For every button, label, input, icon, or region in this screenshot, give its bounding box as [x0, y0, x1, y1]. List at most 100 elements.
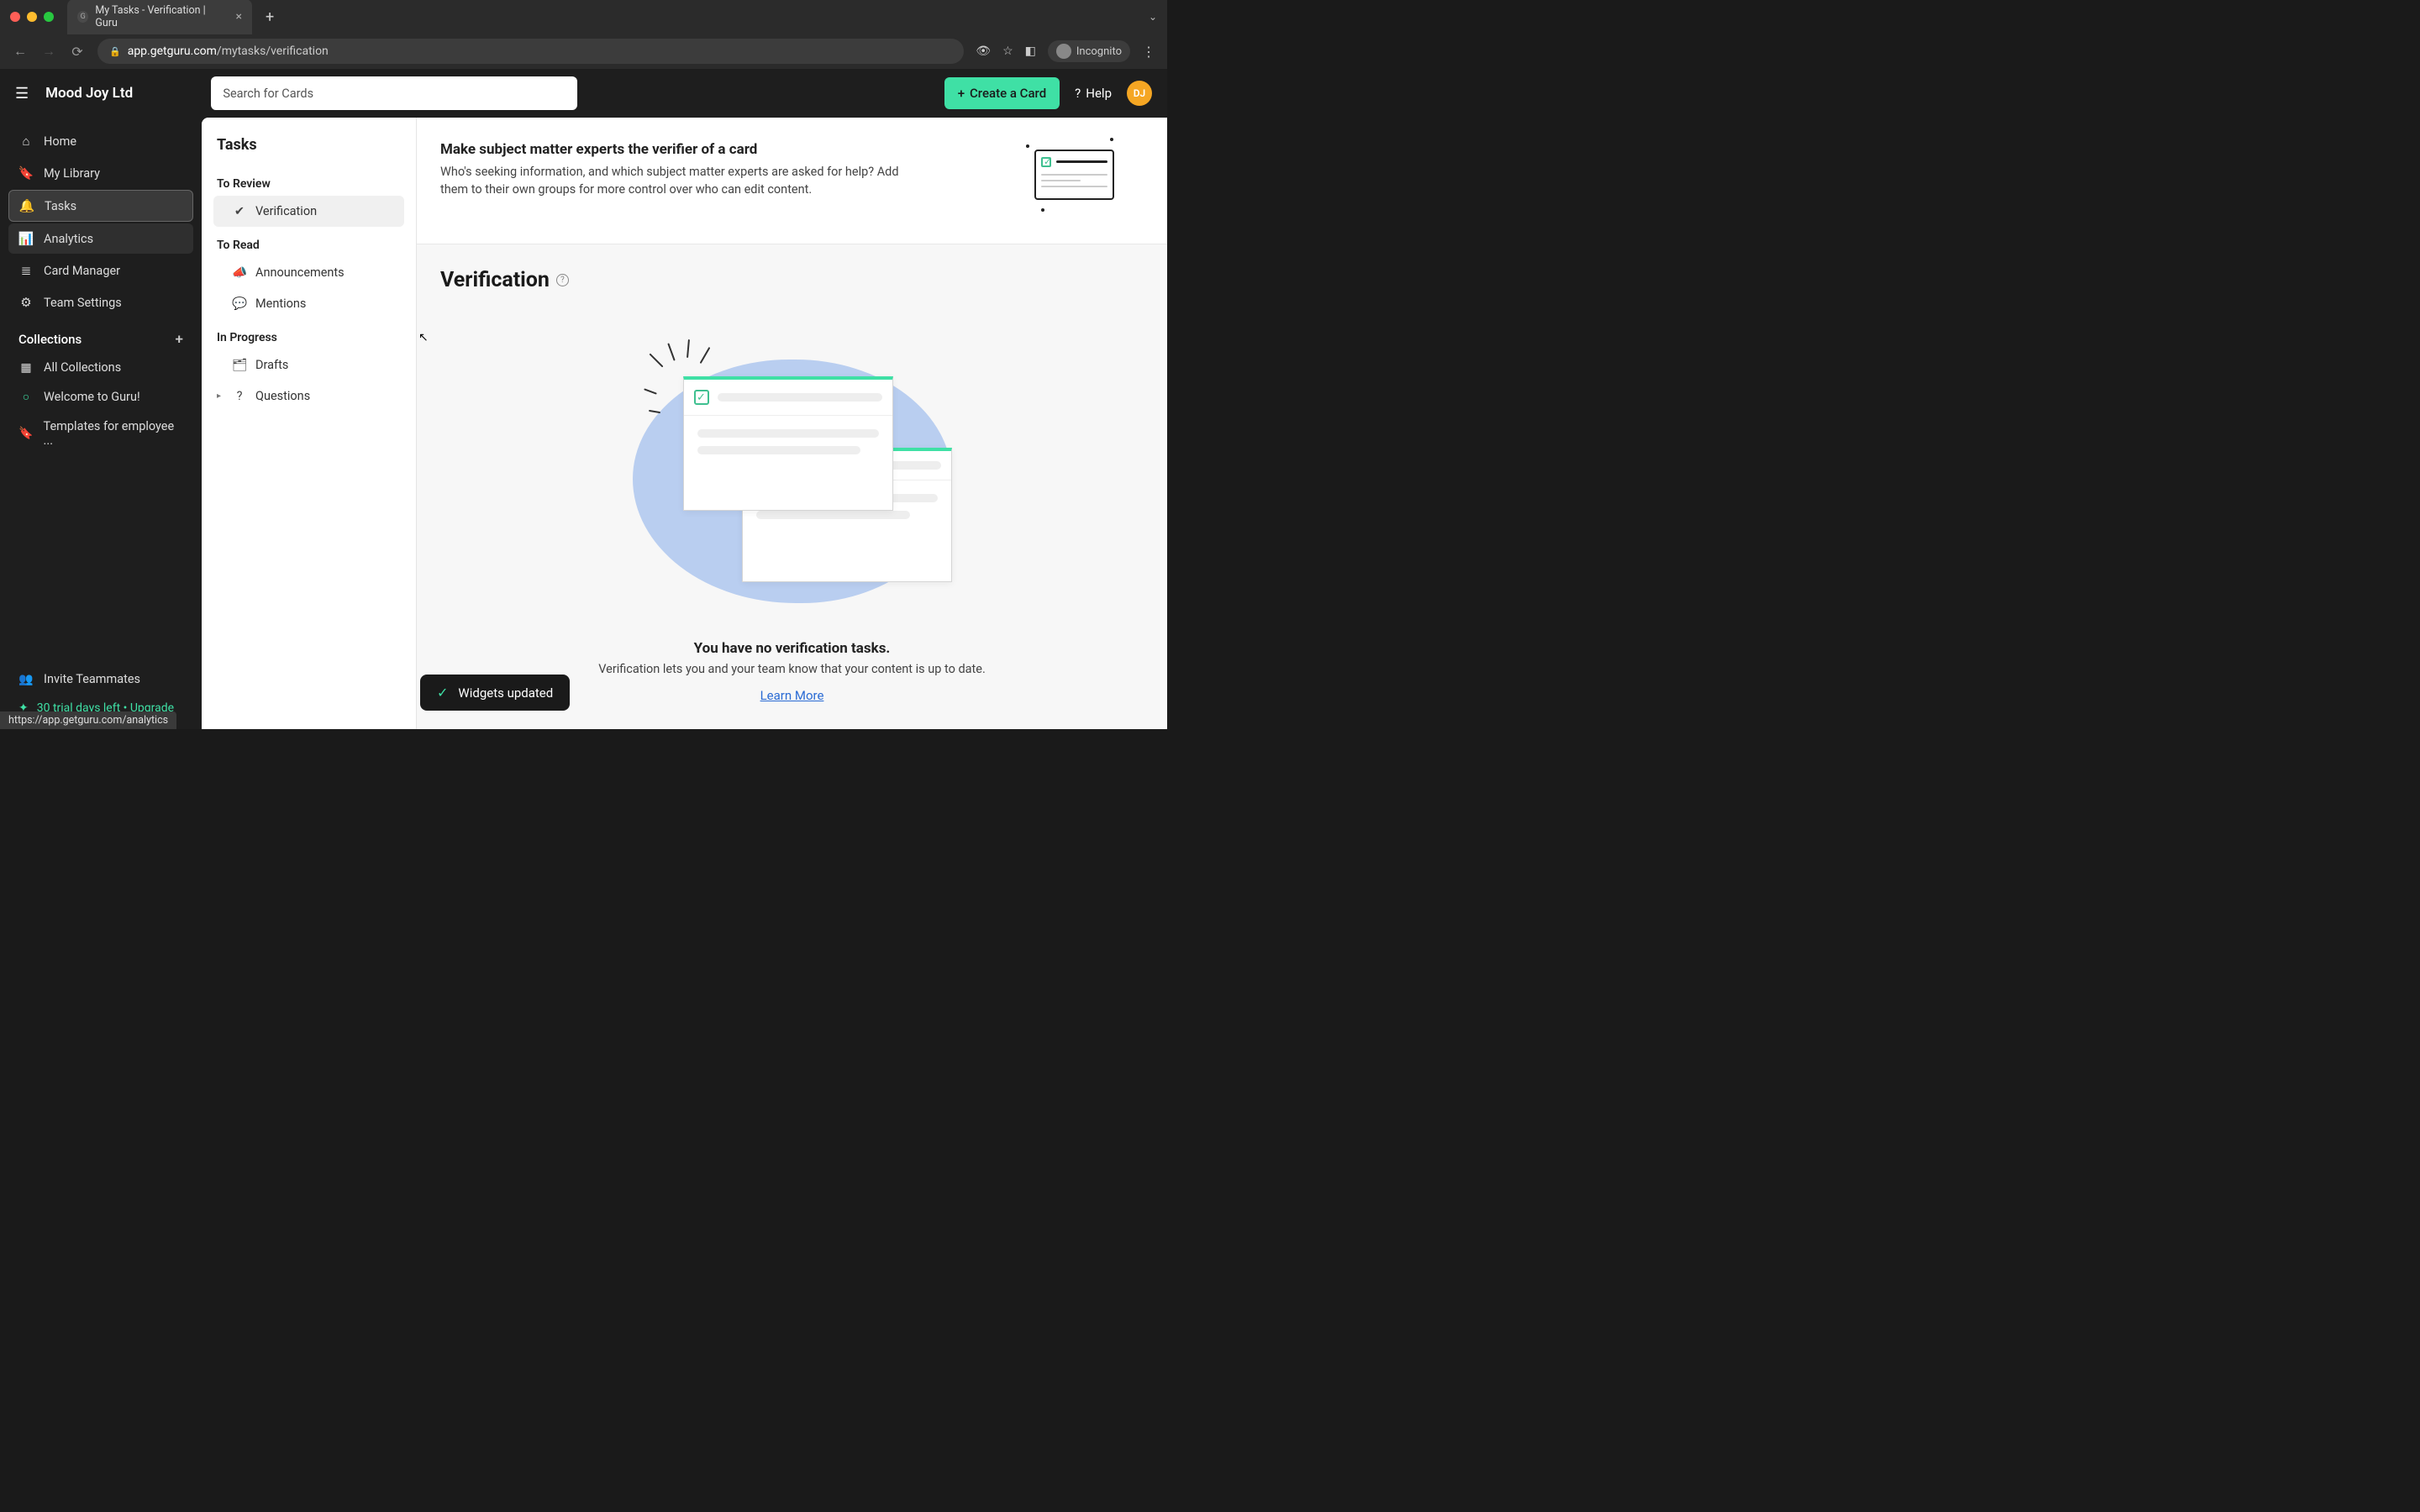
task-item-questions[interactable]: ▸ ? Questions [213, 381, 404, 412]
collections-header: Collections + [8, 319, 193, 353]
banner-illustration [1026, 141, 1144, 217]
hamburger-icon[interactable]: ☰ [15, 85, 29, 102]
info-banner: Make subject matter experts the verifier… [417, 118, 1167, 244]
nav-item-team-settings[interactable]: ⚙ Team Settings [8, 287, 193, 318]
guru-favicon-icon: G [77, 11, 88, 23]
nav-item-card-manager[interactable]: ≣ Card Manager [8, 255, 193, 286]
task-item-drafts[interactable]: 🗂 Drafts [213, 349, 404, 381]
chat-icon: 💬 [232, 297, 247, 311]
nav-label: Card Manager [44, 264, 120, 278]
section-in-progress: In Progress [213, 326, 404, 349]
cards-icon: 🗂 [232, 358, 247, 372]
back-icon[interactable]: ← [12, 43, 29, 60]
task-item-mentions[interactable]: 💬 Mentions [213, 288, 404, 319]
search-container [211, 76, 577, 110]
task-label: Questions [255, 389, 310, 403]
app-root: ☰ Mood Joy Ltd + Create a Card ? Help DJ… [0, 69, 1167, 729]
workspace-name[interactable]: Mood Joy Ltd [45, 85, 133, 102]
layers-icon: ≣ [18, 263, 34, 278]
tasks-title: Tasks [213, 136, 404, 154]
help-tooltip-icon[interactable]: ? [556, 274, 569, 286]
tabs-dropdown-icon[interactable]: ⌄ [1149, 11, 1157, 23]
browser-chrome: G My Tasks - Verification | Guru × + ⌄ ←… [0, 0, 1167, 69]
nav-label: Home [44, 134, 76, 149]
nav-label: Team Settings [44, 296, 122, 310]
nav-item-home[interactable]: ⌂ Home [8, 126, 193, 156]
banner-description: Who's seeking information, and which sub… [440, 163, 911, 198]
invite-label: Invite Teammates [44, 672, 140, 686]
page-content: Verification ? [417, 244, 1167, 729]
help-circle-icon: ? [1075, 86, 1081, 101]
add-collection-icon[interactable]: + [176, 331, 183, 348]
browser-menu-icon[interactable]: ⋮ [1142, 44, 1155, 60]
avatar-initials: DJ [1134, 87, 1146, 99]
address-bar-row: ← → ⟳ 🔒 app.getguru.com/mytasks/verifica… [0, 34, 1167, 69]
nav-item-my-library[interactable]: 🔖 My Library [8, 158, 193, 188]
nav-label: My Library [44, 166, 100, 181]
url-text: app.getguru.com/mytasks/verification [128, 45, 329, 58]
help-link[interactable]: ? Help [1075, 86, 1112, 101]
grid-icon: ▦ [18, 361, 34, 375]
star-icon[interactable]: ☆ [1002, 45, 1013, 58]
eye-off-icon[interactable]: 👁 [976, 45, 991, 58]
nav-label: Analytics [44, 232, 93, 246]
create-card-button[interactable]: + Create a Card [944, 77, 1060, 109]
chevron-right-icon[interactable]: ▸ [217, 391, 224, 401]
megaphone-icon: 📣 [232, 265, 247, 280]
nav-label: Tasks [45, 199, 76, 213]
page-title: Verification [440, 268, 550, 292]
url-bar[interactable]: 🔒 app.getguru.com/mytasks/verification [97, 39, 964, 64]
nav-item-all-collections[interactable]: ▦ All Collections [8, 353, 193, 382]
question-circle-icon: ? [232, 389, 247, 403]
incognito-label: Incognito [1076, 45, 1122, 58]
coll-label: All Collections [44, 360, 121, 375]
forward-icon[interactable]: → [40, 43, 57, 60]
toast-notification: ✓ Widgets updated [420, 675, 570, 711]
task-label: Announcements [255, 265, 345, 280]
gear-icon: ⚙ [18, 295, 34, 310]
window-close-button[interactable] [10, 12, 20, 22]
empty-state-subtext: Verification lets you and your team know… [598, 662, 986, 676]
task-label: Verification [255, 204, 317, 218]
bell-icon: 🔔 [19, 198, 34, 213]
circle-icon: ○ [18, 390, 34, 404]
tasks-panel: Tasks To Review ✔ Verification To Read 📣… [202, 118, 417, 729]
nav-invite-teammates[interactable]: 👥 Invite Teammates [8, 664, 193, 694]
app-header: ☰ Mood Joy Ltd + Create a Card ? Help DJ [0, 69, 1167, 118]
avatar[interactable]: DJ [1127, 81, 1152, 106]
search-input[interactable] [211, 76, 577, 110]
page-title-row: Verification ? [440, 268, 1144, 292]
new-tab-button[interactable]: + [259, 8, 281, 26]
window-minimize-button[interactable] [27, 12, 37, 22]
app-body: ⌂ Home 🔖 My Library 🔔 Tasks 📊 Analytics … [0, 118, 1167, 729]
section-to-review: To Review [213, 172, 404, 196]
bookmark-icon: 🔖 [18, 427, 34, 440]
browser-right-icons: 👁 ☆ ◧ Incognito ⋮ [976, 40, 1155, 62]
bookmark-icon: 🔖 [18, 165, 34, 181]
task-label: Mentions [255, 297, 306, 311]
reload-icon[interactable]: ⟳ [69, 44, 86, 60]
nav-item-collection-templates[interactable]: 🔖 Templates for employee ... [8, 412, 193, 455]
learn-more-link[interactable]: Learn More [760, 688, 824, 703]
incognito-icon [1056, 44, 1071, 59]
task-item-verification[interactable]: ✔ Verification [213, 196, 404, 227]
section-to-read: To Read [213, 234, 404, 257]
nav-item-collection-welcome[interactable]: ○ Welcome to Guru! [8, 382, 193, 412]
incognito-badge[interactable]: Incognito [1048, 40, 1130, 62]
user-plus-icon: 👥 [18, 673, 34, 686]
help-label: Help [1086, 86, 1112, 101]
window-maximize-button[interactable] [44, 12, 54, 22]
lock-icon: 🔒 [109, 46, 121, 57]
nav-item-analytics[interactable]: 📊 Analytics [8, 223, 193, 254]
browser-tab[interactable]: G My Tasks - Verification | Guru × [67, 0, 252, 34]
nav-item-tasks[interactable]: 🔔 Tasks [8, 190, 193, 222]
extensions-icon[interactable]: ◧ [1025, 45, 1036, 58]
bar-chart-icon: 📊 [18, 231, 34, 246]
banner-text: Make subject matter experts the verifier… [440, 141, 1001, 198]
content-area: Tasks To Review ✔ Verification To Read 📣… [202, 118, 1167, 729]
check-circle-icon: ✔ [232, 204, 247, 218]
tab-close-icon[interactable]: × [236, 10, 242, 24]
task-item-announcements[interactable]: 📣 Announcements [213, 257, 404, 288]
left-nav: ⌂ Home 🔖 My Library 🔔 Tasks 📊 Analytics … [0, 118, 202, 729]
header-right: + Create a Card ? Help DJ [944, 77, 1152, 109]
